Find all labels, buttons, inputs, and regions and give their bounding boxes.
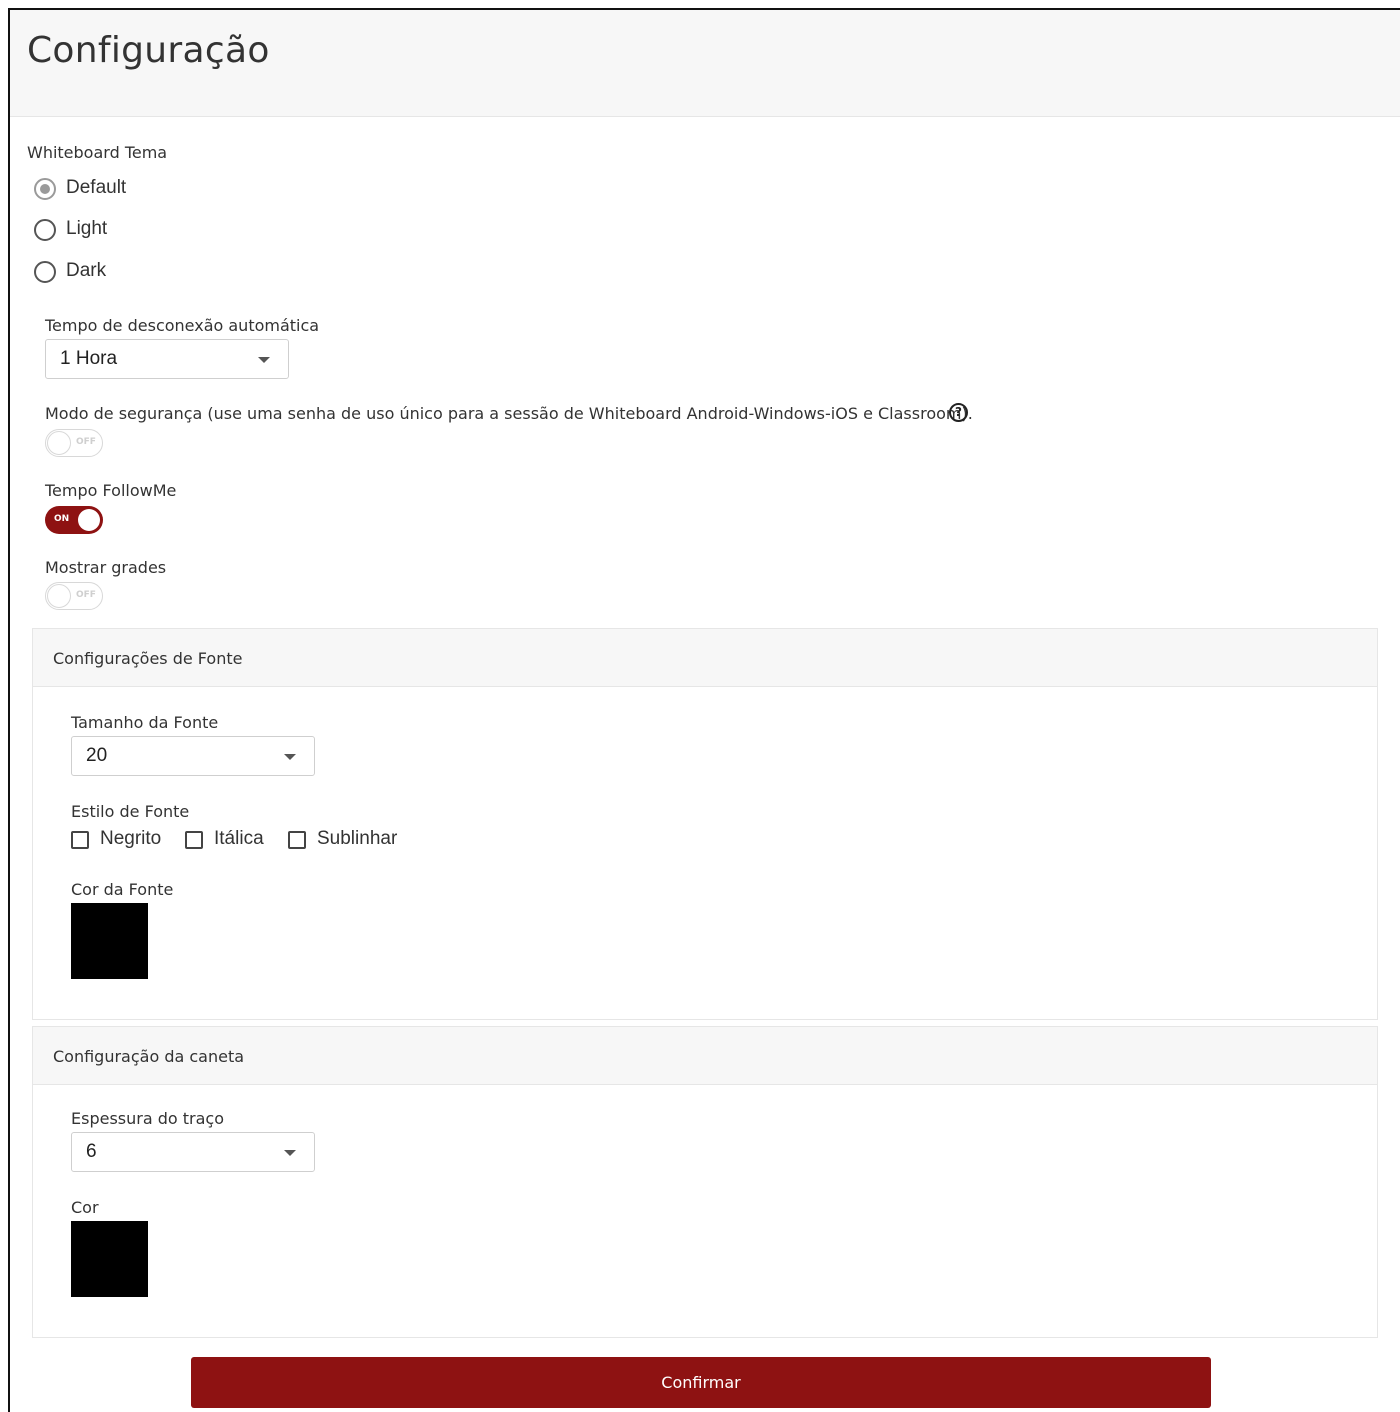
underline-checkbox[interactable] [288,831,306,849]
font-size-select[interactable]: 20 [71,736,315,776]
pen-settings-panel: Configuração da caneta Espessura do traç… [32,1026,1378,1338]
followme-label: Tempo FollowMe [45,481,177,500]
chevron-down-icon [284,754,296,760]
page-title: Configuração [27,30,270,71]
pen-settings-title: Configuração da caneta [53,1047,245,1066]
chevron-down-icon [284,1150,296,1156]
pen-color-label: Cor [71,1198,99,1217]
italic-checkbox[interactable] [185,831,203,849]
help-icon[interactable]: ? [949,403,968,422]
font-size-value: 20 [86,745,108,766]
theme-radio-default[interactable] [34,178,56,200]
chevron-down-icon [258,357,270,363]
underline-label[interactable]: Sublinhar [317,828,397,850]
toggle-state-text: OFF [76,590,96,600]
show-grid-toggle[interactable]: OFF [45,582,103,610]
bold-checkbox[interactable] [71,831,89,849]
confirm-button[interactable]: Confirmar [191,1357,1211,1408]
font-size-label: Tamanho da Fonte [71,713,219,732]
theme-radio-dark[interactable] [34,261,56,283]
toggle-knob [47,584,71,608]
font-settings-panel: Configurações de Fonte Tamanho da Fonte … [32,628,1378,1020]
stroke-thickness-select[interactable]: 6 [71,1132,315,1172]
font-settings-title: Configurações de Fonte [53,649,243,668]
italic-label[interactable]: Itálica [214,828,264,850]
header-bar: Configuração [10,10,1400,117]
theme-label: Whiteboard Tema [27,143,168,162]
toggle-knob [47,431,71,455]
font-settings-header: Configurações de Fonte [33,629,1377,687]
auto-disconnect-value: 1 Hora [60,348,118,369]
auto-disconnect-select[interactable]: 1 Hora [45,339,289,379]
theme-radio-light[interactable] [34,219,56,241]
toggle-state-text: ON [54,514,70,524]
toggle-state-text: OFF [76,437,96,447]
followme-toggle[interactable]: ON [45,506,103,534]
stroke-thickness-value: 6 [86,1141,97,1162]
security-mode-toggle[interactable]: OFF [45,429,103,457]
security-mode-label: Modo de segurança (use uma senha de uso … [45,404,973,423]
font-style-label: Estilo de Fonte [71,802,190,821]
theme-option-default-label[interactable]: Default [66,177,126,199]
pen-color-swatch[interactable] [71,1221,148,1297]
show-grid-label: Mostrar grades [45,558,167,577]
theme-option-dark-label[interactable]: Dark [66,260,106,282]
font-color-swatch[interactable] [71,903,148,979]
bold-label[interactable]: Negrito [100,828,161,850]
stroke-thickness-label: Espessura do traço [71,1109,224,1128]
toggle-knob [78,509,100,531]
auto-disconnect-label: Tempo de desconexão automática [45,316,320,335]
settings-window: Configuração Whiteboard Tema Default Lig… [8,8,1400,1412]
pen-settings-header: Configuração da caneta [33,1027,1377,1085]
font-color-label: Cor da Fonte [71,880,174,899]
theme-option-light-label[interactable]: Light [66,218,107,240]
